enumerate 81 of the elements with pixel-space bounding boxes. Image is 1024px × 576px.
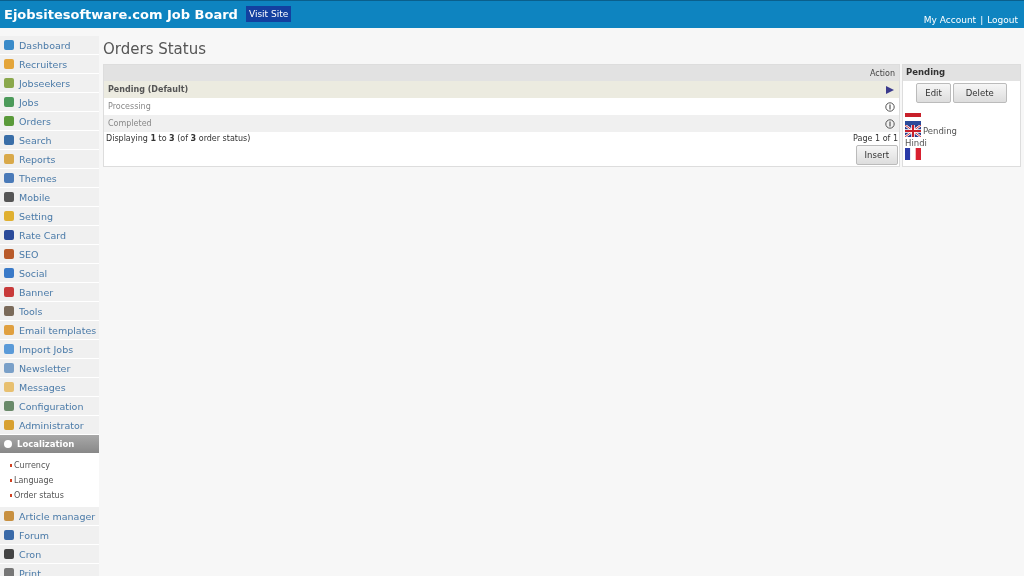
sidebar-item[interactable]: Setting: [0, 207, 99, 226]
tile-icon: [4, 530, 14, 540]
sidebar-item[interactable]: Newsletter: [0, 359, 99, 378]
tile-icon: [4, 211, 14, 221]
tile-icon: [4, 549, 14, 559]
page-title: Orders Status: [103, 40, 207, 58]
sidebar-item[interactable]: Cron: [0, 545, 99, 564]
tile-icon: [4, 249, 14, 259]
sidebar-item[interactable]: Rate Card: [0, 226, 99, 245]
status-name: Processing: [108, 102, 151, 111]
sidebar-item[interactable]: Dashboard: [0, 36, 99, 55]
tile-icon: [4, 78, 14, 88]
sidebar-item[interactable]: Themes: [0, 169, 99, 188]
sidebar-item[interactable]: Banner: [0, 283, 99, 302]
site-title: Ejobsitesoftware.com Job Board: [4, 6, 238, 22]
language-name: Hindi: [905, 137, 927, 148]
sidebar-item[interactable]: Configuration: [0, 397, 99, 416]
tile-icon: [4, 40, 14, 50]
delete-button[interactable]: Delete: [952, 83, 1007, 103]
tile-icon: [4, 568, 14, 576]
sidebar-item[interactable]: Search: [0, 131, 99, 150]
tile-icon: [4, 59, 14, 69]
flag-icon: [905, 148, 921, 160]
sidebar-item[interactable]: Jobseekers: [0, 74, 99, 93]
tile-icon: [4, 440, 12, 448]
info-icon[interactable]: [885, 101, 895, 112]
panel-title: Pending: [906, 67, 946, 77]
flag-icon: [905, 113, 921, 125]
my-account-link[interactable]: My Account: [923, 15, 977, 25]
sidebar-item[interactable]: SEO: [0, 245, 99, 264]
sidebar-item[interactable]: Messages: [0, 378, 99, 397]
tile-icon: [4, 173, 14, 183]
sidebar-item[interactable]: Forum: [0, 526, 99, 545]
status-name: Pending (Default): [108, 85, 189, 94]
visit-site-link[interactable]: Visit Site: [245, 6, 292, 22]
sidebar-item[interactable]: Social: [0, 264, 99, 283]
sidebar-item[interactable]: Article manager: [0, 507, 99, 526]
sidebar-item[interactable]: Administrator: [0, 416, 99, 435]
sidebar-item[interactable]: Orders: [0, 112, 99, 131]
tile-icon: [4, 230, 14, 240]
tile-icon: [4, 135, 14, 145]
tile-icon: [4, 116, 14, 126]
sidebar-item[interactable]: Mobile: [0, 188, 99, 207]
submenu-item[interactable]: Language: [0, 473, 99, 488]
column-heading: Action: [869, 69, 895, 78]
sidebar-item[interactable]: Import Jobs: [0, 340, 99, 359]
sidebar-item[interactable]: Reports: [0, 150, 99, 169]
sidebar-item[interactable]: Print: [0, 564, 99, 576]
insert-button[interactable]: Insert: [855, 145, 898, 165]
tile-icon: [4, 268, 14, 278]
tile-icon: [4, 97, 14, 107]
tile-icon: [4, 287, 14, 297]
submenu-item[interactable]: Order status: [0, 488, 99, 503]
tile-icon: [4, 344, 14, 354]
tile-icon: [4, 511, 14, 521]
table-row[interactable]: Pending (Default): [104, 81, 899, 98]
tile-icon: [4, 306, 14, 316]
tile-icon: [4, 325, 14, 335]
tile-icon: [4, 401, 14, 411]
edit-button[interactable]: Edit: [916, 83, 951, 103]
sidebar-item[interactable]: Tools: [0, 302, 99, 321]
tile-icon: [4, 420, 14, 430]
flag-icon: [905, 125, 921, 137]
sidebar-item[interactable]: Email templates: [0, 321, 99, 340]
status-name: Completed: [108, 119, 152, 128]
play-icon[interactable]: [885, 84, 895, 95]
tile-icon: [4, 154, 14, 164]
page-info: Page 1 of 1: [853, 134, 898, 143]
tile-icon: [4, 192, 14, 202]
summary-text: Displaying 1 to 3 (of 3 order status): [106, 134, 251, 145]
info-icon[interactable]: [885, 118, 895, 129]
sidebar-item[interactable]: Localization: [0, 435, 99, 454]
sidebar-item[interactable]: Recruiters: [0, 55, 99, 74]
separator: |: [980, 15, 984, 25]
sidebar-item[interactable]: Jobs: [0, 93, 99, 112]
table-row[interactable]: Completed: [104, 115, 899, 132]
tile-icon: [4, 382, 14, 392]
translation-text: Pending: [923, 126, 957, 136]
logout-link[interactable]: Logout: [987, 15, 1018, 25]
submenu-item[interactable]: Currency: [0, 458, 99, 473]
tile-icon: [4, 363, 14, 373]
